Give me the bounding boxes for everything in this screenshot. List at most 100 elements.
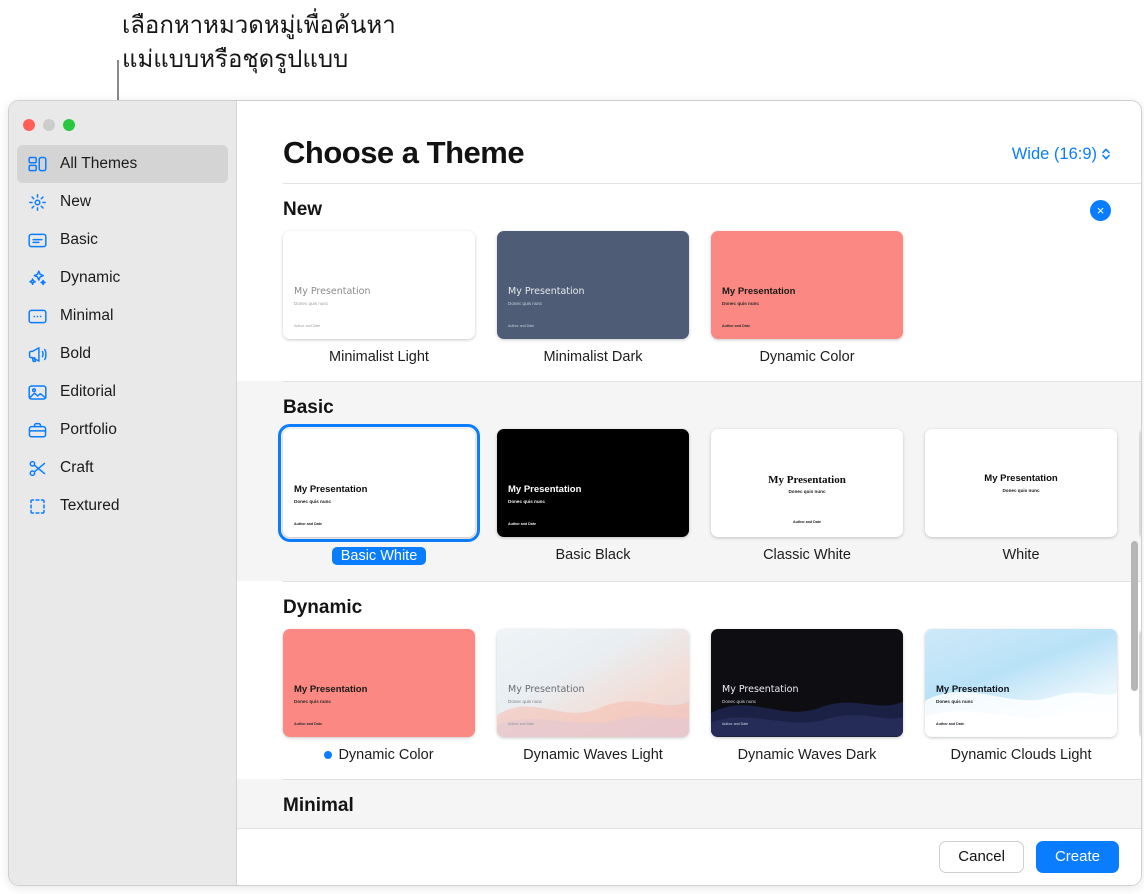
theme-card[interactable]: My Presentation Donec quis nunc Author and…: [497, 429, 689, 565]
dismiss-section-icon[interactable]: ×: [1090, 199, 1111, 221]
thumbnail-text: My Presentation Donec quis nunc: [508, 684, 678, 703]
callout-annotation-text: เลือกหาหมวดหมู่เพื่อค้นหา แม่แบบหรือชุดร…: [122, 11, 396, 74]
thumbnail-title: My Presentation: [508, 484, 582, 496]
sidebar-item-all-themes[interactable]: All Themes: [17, 145, 228, 183]
theme-section-new: New × My Presentation Donec quis nunc Author…: [237, 183, 1141, 381]
theme-scroll-area[interactable]: New × My Presentation Donec quis nunc Author…: [237, 183, 1141, 828]
theme-section-dynamic: Dynamic My Presentation Donec quis nunc Aut…: [237, 581, 1141, 779]
theme-name-label: Basic Black: [497, 547, 689, 563]
theme-card[interactable]: My Presentation Donec quis nunc Author and…: [283, 231, 475, 365]
close-window-button[interactable]: [23, 119, 35, 131]
theme-name-text: Dynamic Color: [759, 349, 855, 365]
theme-row: My Presentation Donec quis nunc Author and…: [283, 231, 1141, 381]
create-button[interactable]: Create: [1035, 841, 1119, 873]
theme-name-label: Dynamic Waves Light: [497, 747, 689, 763]
thumbnail-title: My Presentation: [508, 286, 585, 298]
sidebar-item-label: Dynamic: [60, 269, 121, 286]
choose-theme-window: All Themes New Basic Dynamic Minimal Bold Edit…: [8, 100, 1142, 886]
thumbnail-title: My Presentation: [294, 684, 368, 696]
zoom-window-button[interactable]: [63, 119, 75, 131]
thumbnail-title: My Presentation: [936, 684, 1010, 696]
theme-thumbnail[interactable]: My PresentationDonec quis nuncAuthor and…: [497, 429, 689, 537]
section-divider: [283, 779, 1141, 780]
thumbnail-author: Author and Date: [722, 722, 749, 726]
thumbnail-title: My Presentation: [984, 473, 1058, 485]
footer-bar: Cancel Create: [237, 828, 1141, 885]
sidebar-item-new[interactable]: New: [17, 183, 228, 221]
thumbnail-text: My Presentation Donec quis nunc: [722, 286, 892, 305]
minimize-window-button[interactable]: [43, 119, 55, 131]
theme-name-label: Dynamic Waves Dark: [711, 747, 903, 763]
thumbnail-author: Author and Date: [936, 722, 964, 726]
theme-thumbnail[interactable]: My PresentationDonec quis nuncAuthor and…: [283, 231, 475, 339]
sidebar-item-bold[interactable]: Bold: [17, 335, 228, 373]
theme-name-label: Classic White: [711, 547, 903, 563]
theme-name-text: Dynamic Clouds Light: [950, 747, 1092, 763]
sidebar-item-label: Portfolio: [60, 421, 117, 438]
theme-card[interactable]: My Presentation Donec quis nunc Author and…: [711, 429, 903, 565]
sidebar-item-portfolio[interactable]: Portfolio: [17, 411, 228, 449]
theme-card-partial[interactable]: My PresentationDonec quis nuncAuthor and…: [1139, 629, 1141, 763]
sidebar-item-textured[interactable]: Textured: [17, 487, 228, 525]
theme-name-text: Basic White: [340, 548, 418, 564]
aspect-ratio-selector[interactable]: Wide (16:9): [1012, 145, 1111, 164]
theme-name-label: Basic White: [331, 547, 427, 565]
sidebar-item-label: New: [60, 193, 92, 210]
theme-thumbnail[interactable]: My PresentationDonec quis nuncAuthor and…: [711, 429, 903, 537]
thumbnail-author: Author and Date: [294, 324, 321, 328]
sidebar-item-dynamic[interactable]: Dynamic: [17, 259, 228, 297]
theme-card-partial[interactable]: My PresentationDonec quis nuncAuthor and…: [1139, 429, 1141, 565]
thumbnail-author: Author and Date: [294, 522, 322, 526]
sidebar-item-basic[interactable]: Basic: [17, 221, 228, 259]
theme-card[interactable]: My Presentation Donec quis nunc Author and…: [278, 424, 480, 565]
theme-card[interactable]: My Presentation Donec quis nunc Author and…: [497, 231, 689, 365]
theme-thumbnail[interactable]: My PresentationDonec quis nunc Author and…: [278, 424, 480, 542]
section-divider: [283, 381, 1141, 382]
photo-icon: [27, 382, 48, 403]
theme-card[interactable]: My Presentation Donec quis nunc Author and…: [711, 231, 903, 365]
thumbnail-subtitle: Donec quis nunc: [1002, 487, 1040, 493]
sparkles-icon: [27, 268, 48, 289]
minimal-dots-icon: [27, 306, 48, 327]
thumbnail-author: Author and Date: [793, 520, 821, 524]
color-variant-dot-icon: [324, 751, 333, 759]
theme-thumbnail[interactable]: My Presentation Donec quis nunc: [925, 429, 1117, 537]
theme-name-text: Dynamic Color: [338, 747, 434, 763]
theme-thumbnail[interactable]: My PresentationDonec quis nuncAuthor and…: [925, 629, 1117, 737]
section-header: New ×: [283, 183, 1141, 231]
thumbnail-text: My Presentation Donec quis nunc: [294, 484, 464, 504]
thumbnail-text: My Presentation Donec quis nunc: [508, 484, 678, 503]
chevron-updown-icon: [1101, 147, 1111, 163]
section-header: Basic: [283, 381, 1141, 429]
theme-thumbnail[interactable]: My PresentationDonec quis nuncAuthor and…: [711, 231, 903, 339]
aspect-ratio-label: Wide (16:9): [1011, 145, 1097, 163]
theme-thumbnail[interactable]: My PresentationDonec quis nuncAuthor and…: [711, 629, 903, 737]
sidebar-item-minimal[interactable]: Minimal: [17, 297, 228, 335]
vertical-scrollbar[interactable]: [1131, 541, 1138, 691]
theme-card[interactable]: My Presentation Donec quis nunc Author and…: [497, 629, 689, 763]
cancel-button[interactable]: Cancel: [939, 841, 1024, 873]
theme-thumbnail[interactable]: My PresentationDonec quis nuncAuthor and…: [1139, 429, 1141, 537]
sidebar-item-label: Minimal: [60, 307, 114, 324]
thumbnail-title: My Presentation: [722, 684, 799, 696]
sidebar-item-craft[interactable]: Craft: [17, 449, 228, 487]
theme-thumbnail[interactable]: My PresentationDonec quis nuncAuthor and…: [283, 629, 475, 737]
theme-card[interactable]: My Presentation Donec quis nunc Author and…: [925, 629, 1117, 763]
thumbnail-text: My Presentation Donec quis nunc: [294, 684, 464, 703]
theme-name-text: Dynamic Waves Dark: [737, 747, 877, 763]
section-divider: [283, 581, 1141, 582]
theme-thumbnail[interactable]: My PresentationDonec quis nuncAuthor and…: [1139, 629, 1141, 737]
sidebar-item-editorial[interactable]: Editorial: [17, 373, 228, 411]
section-title: New: [283, 199, 323, 220]
theme-thumbnail[interactable]: My PresentationDonec quis nuncAuthor and…: [497, 629, 689, 737]
theme-card[interactable]: My Presentation Donec quis nunc Author and…: [711, 629, 903, 763]
sidebar-item-label: Basic: [60, 231, 98, 248]
scissors-icon: [27, 458, 48, 479]
sidebar-item-label: Bold: [60, 345, 92, 362]
theme-card[interactable]: My Presentation Donec quis nunc White: [925, 429, 1117, 565]
theme-card[interactable]: My Presentation Donec quis nunc Author and…: [283, 629, 475, 763]
theme-name-label: White: [925, 547, 1117, 563]
theme-thumbnail[interactable]: My PresentationDonec quis nuncAuthor and…: [497, 231, 689, 339]
thumbnail-subtitle: Donec quis nunc: [294, 498, 332, 504]
briefcase-icon: [27, 420, 48, 441]
